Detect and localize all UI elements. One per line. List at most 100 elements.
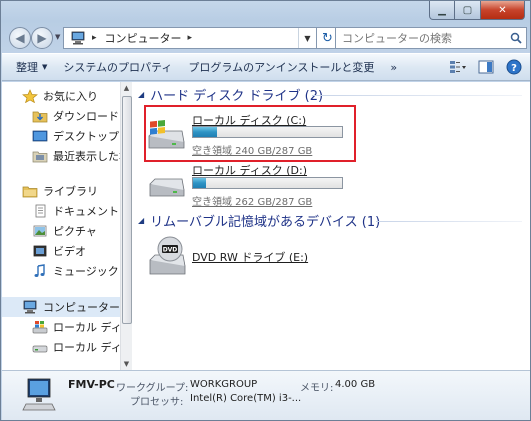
chevron-down-icon: ▼ (42, 63, 48, 71)
drive-icon (149, 178, 185, 197)
search-icon[interactable] (506, 32, 526, 44)
nav-desktop-label: デスクトップ (53, 130, 119, 143)
svg-text:?: ? (511, 63, 517, 74)
computer-icon (70, 31, 86, 45)
collapse-triangle-icon[interactable]: ◢ (138, 90, 144, 99)
group-divider (312, 95, 522, 96)
workgroup-value: WORKGROUP (190, 379, 258, 390)
nav-libraries-label: ライブラリ (43, 185, 98, 198)
nav-documents-label: ドキュメント (53, 205, 119, 218)
drive-d-usage-bar (192, 177, 343, 189)
nav-videos-label: ビデオ (53, 245, 86, 258)
video-icon (32, 244, 48, 258)
nav-recent-places[interactable]: 最近表示した場所 (2, 146, 120, 166)
workgroup-label: ワークグループ: (116, 383, 189, 394)
nav-desktop[interactable]: デスクトップ (2, 126, 120, 146)
refresh-icon: ↻ (322, 30, 333, 46)
organize-button[interactable]: 整理 ▼ (8, 56, 55, 78)
recent-pages-dropdown[interactable]: ▼ (55, 33, 60, 41)
back-arrow-icon: ◀ (15, 31, 25, 45)
scrollbar-thumb[interactable] (122, 96, 132, 324)
search-box[interactable] (335, 27, 527, 49)
drive-d-usage-fill (193, 178, 207, 188)
system-properties-button[interactable]: システムのプロパティ (55, 56, 180, 78)
nav-local-disk-c[interactable]: ローカル ディスク (2, 317, 120, 337)
pc-name: FMV-PC (68, 378, 115, 391)
dvd-drive-icon: DVD (149, 236, 186, 275)
nav-music-label: ミュージック (53, 265, 119, 278)
group-divider (376, 221, 522, 222)
uninstall-program-button[interactable]: プログラムのアンインストールと変更 (180, 56, 382, 78)
address-location[interactable]: コンピューター (105, 30, 182, 46)
processor-value: Intel(R) Core(TM) i3-... (190, 393, 302, 404)
organize-label: 整理 (16, 61, 38, 74)
memory-label: メモリ: (300, 383, 334, 394)
nav-downloads[interactable]: ダウンロード (2, 106, 120, 126)
minimize-button[interactable]: ▁ (429, 1, 455, 20)
details-pane: FMV-PC ワークグループ: WORKGROUP メモリ: 4.00 GB プ… (2, 370, 530, 420)
group-header-hard-disks[interactable]: ◢ ハード ディスク ドライブ (2) (132, 84, 323, 104)
more-commands-label: » (390, 60, 398, 74)
nav-libraries[interactable]: ライブラリ (2, 181, 120, 201)
explorer-window: ▁ ▢ ✕ ◀ ▶ ▼ ▸ コンピューター ▸ ▼ ↻ 整理 ▼ (0, 0, 531, 421)
breadcrumb-chevron-icon[interactable]: ▸ (92, 33, 97, 43)
library-icon (22, 184, 38, 198)
more-commands-button[interactable]: » (382, 56, 405, 78)
computer-icon (22, 300, 38, 314)
nav-computer-label: コンピューター (43, 301, 120, 314)
help-button[interactable]: ? (504, 57, 524, 77)
address-row: ◀ ▶ ▼ ▸ コンピューター ▸ ▼ ↻ (7, 25, 527, 51)
drive-icon (32, 340, 48, 354)
windows-drive-icon (32, 320, 48, 334)
group-header-hard-disks-label: ハード ディスク ドライブ (2) (150, 88, 324, 104)
music-icon (32, 264, 48, 278)
nav-local-disk-d[interactable]: ローカル ディスク (2, 337, 120, 357)
group-header-removable-label: リムーバブル記憶域があるデバイス (1) (150, 214, 381, 230)
search-input[interactable] (336, 29, 506, 47)
help-icon: ? (506, 59, 522, 75)
preview-pane-button[interactable] (476, 57, 496, 77)
address-bar[interactable]: ▸ コンピューター ▸ ▼ (63, 27, 317, 49)
recent-places-icon (32, 149, 48, 163)
highlight-frame (144, 105, 356, 162)
nav-documents[interactable]: ドキュメント (2, 201, 120, 221)
nav-computer[interactable]: コンピューター (2, 297, 120, 317)
processor-label: プロセッサ: (130, 397, 184, 408)
collapse-triangle-icon[interactable]: ◢ (138, 216, 144, 225)
uninstall-program-label: プログラムのアンインストールと変更 (188, 61, 375, 74)
scroll-up-icon[interactable]: ▲ (121, 82, 132, 94)
nav-recent-places-label: 最近表示した場所 (53, 150, 120, 163)
close-button[interactable]: ✕ (481, 1, 525, 20)
command-bar: 整理 ▼ システムのプロパティ プログラムのアンインストールと変更 » ? (2, 53, 530, 81)
picture-icon (32, 224, 48, 238)
back-button[interactable]: ◀ (9, 27, 31, 49)
system-properties-label: システムのプロパティ (63, 61, 173, 74)
nav-local-disk-c-label: ローカル ディスク (53, 321, 120, 334)
group-header-removable[interactable]: ◢ リムーバブル記憶域があるデバイス (1) (132, 210, 380, 230)
nav-videos[interactable]: ビデオ (2, 241, 120, 261)
address-dropdown-button[interactable]: ▼ (298, 28, 316, 48)
computer-icon (22, 378, 56, 411)
nav-pictures[interactable]: ピクチャ (2, 221, 120, 241)
breadcrumb-chevron-icon[interactable]: ▸ (188, 33, 193, 43)
drive-d-name[interactable]: ローカル ディスク (D:) (192, 162, 307, 178)
view-icon (450, 61, 466, 73)
change-view-button[interactable] (448, 57, 468, 77)
window-controls: ▁ ▢ ✕ (429, 1, 525, 20)
nav-pictures-label: ピクチャ (53, 225, 97, 238)
nav-favorites[interactable]: お気に入り (2, 86, 120, 106)
drive-d-free-space: 空き領域 262 GB/287 GB (192, 197, 313, 208)
dvd-badge: DVD (163, 247, 178, 254)
dvd-drive-name[interactable]: DVD RW ドライブ (E:) (192, 249, 308, 265)
scroll-down-icon[interactable]: ▼ (121, 358, 132, 370)
nav-local-disk-d-label: ローカル ディスク (53, 341, 120, 354)
preview-pane-icon (478, 60, 494, 74)
forward-button[interactable]: ▶ (31, 27, 53, 49)
star-icon (22, 89, 38, 104)
maximize-button[interactable]: ▢ (455, 1, 481, 20)
view-controls: ? (448, 57, 524, 77)
nav-music[interactable]: ミュージック (2, 261, 120, 281)
memory-value: 4.00 GB (335, 379, 376, 390)
navigation-scrollbar[interactable]: ▲ ▼ (120, 82, 132, 370)
forward-arrow-icon: ▶ (37, 31, 47, 45)
